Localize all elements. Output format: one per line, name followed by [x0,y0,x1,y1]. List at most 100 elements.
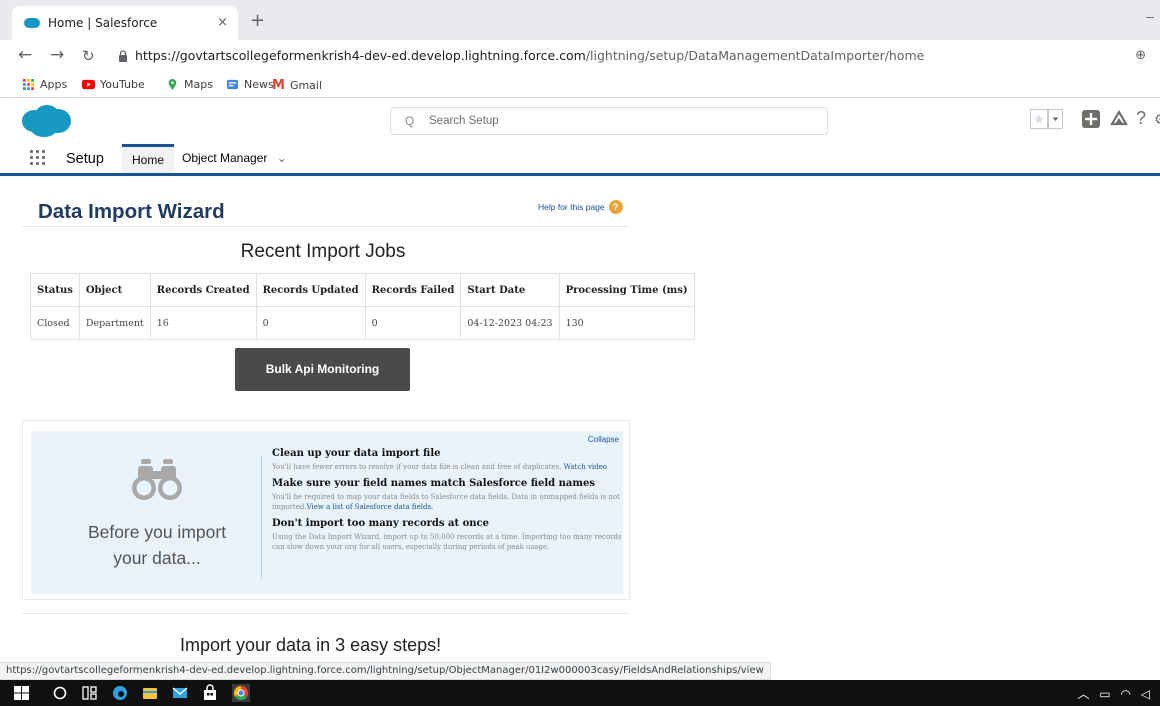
settings-gear-icon[interactable]: ⚙ [1154,111,1160,133]
battery-icon[interactable]: ▭ [1099,687,1110,701]
bookmark-label: Apps [40,78,68,91]
bookmark-apps[interactable]: Apps [22,78,67,91]
column-header[interactable]: Start Date [460,273,560,307]
cell-records-failed: 0 [364,306,462,340]
bookmark-label: Gmail [289,79,323,92]
gmail-icon: M [272,78,285,93]
help-question-icon: ? [608,200,623,214]
browser-tabstrip: Home | Salesforce × + – [0,0,1160,40]
windows-start-icon[interactable] [14,684,30,702]
tab-title: Home | Salesforce [48,16,158,30]
forward-arrow-icon[interactable]: → [50,45,64,65]
collapse-link[interactable]: Collapse [588,435,619,444]
before-import-content: Before you import your data... Clean up … [31,431,623,594]
column-header[interactable]: Object [78,273,151,307]
window-minimize-button[interactable]: – [1146,8,1154,24]
main-content: Data Import Wizard Help for this page ? … [0,179,1160,661]
bulk-api-monitoring-button[interactable]: Bulk Api Monitoring [235,348,410,391]
header-icons: ? ⚙ [1030,108,1160,132]
help-for-page-link[interactable]: Help for this page ? [538,200,623,214]
import-steps-heading: Import your data in 3 easy steps! [180,635,442,655]
bookmark-youtube[interactable]: YouTube [82,78,145,91]
bookmark-news[interactable]: News [226,78,274,91]
reload-icon[interactable]: ↻ [82,47,95,65]
app-launcher-icon[interactable] [30,150,46,166]
favorites-icon[interactable] [1030,108,1066,130]
zoom-icon[interactable]: ⊕ [1135,47,1146,63]
bookmark-label: Maps [184,78,213,91]
tip-text: You'll have fewer errors to resolve if y… [272,462,624,472]
bookmarks-bar: Apps YouTube Maps News M Gmail [0,72,1160,98]
table-row[interactable]: Closed Department 16 0 0 04-12-2023 04:2… [30,306,695,340]
column-header[interactable]: Records Created [149,273,257,307]
new-tab-button[interactable]: + [250,10,265,31]
table-header-row: Status Object Records Created Records Up… [30,273,695,307]
system-tray[interactable]: ︿ ▭ ◠ ◁ [1077,685,1150,702]
speaker-icon[interactable]: ◁ [1141,687,1150,701]
before-you-import-heading: Before you import your data... [67,519,247,571]
link-preview-status: https://govtartscollegeformenkrish4-dev-… [0,662,771,680]
cell-status: Closed [30,306,80,340]
tab-object-manager[interactable]: Object Manager ⌄ [172,144,297,173]
bookmark-label: News [244,78,274,91]
tab-close-icon[interactable]: × [217,15,228,30]
browser-toolbar: ← → ↻ https://govtartscollegeformenkrish… [0,40,1160,72]
browser-tab[interactable]: Home | Salesforce × [12,6,238,40]
column-header[interactable]: Status [30,273,80,307]
search-icon: Q [405,114,415,128]
before-line-1: Before you import [87,522,227,542]
address-bar[interactable]: https://govtartscollegeformenkrish4-dev-… [135,48,924,63]
tab-home[interactable]: Home [122,144,175,173]
recent-import-jobs-title: Recent Import Jobs [240,241,406,262]
tip-heading: Clean up your data import file [272,448,441,459]
bookmark-label: YouTube [100,78,145,91]
global-header: Q Search Setup ? ⚙ [0,98,1160,144]
cell-object: Department [78,306,151,340]
url-path: /lightning/setup/DataManagementDataImpor… [585,48,925,63]
column-header[interactable]: Records Updated [255,273,366,307]
search-setup-input[interactable]: Q Search Setup [390,107,828,135]
trailhead-icon[interactable] [1108,108,1130,130]
task-view-icon[interactable] [82,684,98,702]
app-navigation: Setup Home Object Manager ⌄ [0,144,1160,176]
binoculars-icon [132,459,182,500]
before-import-panel: Before you import your data... Clean up … [22,420,630,600]
import-tips: Clean up your data import file You'll ha… [272,448,624,558]
bookmark-maps[interactable]: Maps [166,78,213,91]
tip-text: Using the Data Import Wizard, import up … [272,532,624,552]
chrome-icon[interactable] [232,684,250,702]
divider [22,226,628,227]
lock-icon [119,50,127,62]
store-icon[interactable] [202,684,218,702]
back-arrow-icon[interactable]: ← [18,45,32,65]
bookmark-gmail[interactable]: M Gmail [272,78,322,93]
wifi-icon[interactable]: ◠ [1120,687,1130,701]
salesforce-favicon-icon [24,18,40,28]
tab-label: Home [132,153,165,167]
watch-video-link[interactable]: Watch video [564,463,607,471]
news-icon [227,79,238,90]
salesforce-data-fields-link[interactable]: View a list of Salesforce data fields. [307,503,434,511]
vertical-divider [261,455,262,579]
tip-text: You'll be required to map your data fiel… [272,492,624,512]
tray-chevron-up-icon[interactable]: ︿ [1077,687,1089,701]
tip-body: Using the Data Import Wizard, import up … [272,533,622,551]
help-icon[interactable]: ? [1136,108,1146,130]
salesforce-logo-icon[interactable] [20,104,72,138]
search-circle-icon[interactable] [52,684,68,702]
file-explorer-icon[interactable] [142,684,158,702]
windows-taskbar: ︿ ▭ ◠ ◁ [0,680,1160,706]
maps-pin-icon [168,79,177,90]
url-host: https://govtartscollegeformenkrish4-dev-… [135,48,586,63]
divider [22,613,630,614]
cell-start-date: 04-12-2023 04:23 [460,306,560,340]
cell-records-updated: 0 [255,306,366,340]
edge-browser-icon[interactable] [112,684,128,702]
global-actions-plus-icon[interactable] [1080,108,1102,130]
column-header[interactable]: Records Failed [364,273,462,307]
youtube-icon [82,79,95,90]
tip-heading: Don't import too many records at once [272,518,489,529]
column-header[interactable]: Processing Time (ms) [558,273,695,307]
mail-icon[interactable] [172,684,188,702]
chevron-down-icon[interactable]: ⌄ [277,151,287,165]
